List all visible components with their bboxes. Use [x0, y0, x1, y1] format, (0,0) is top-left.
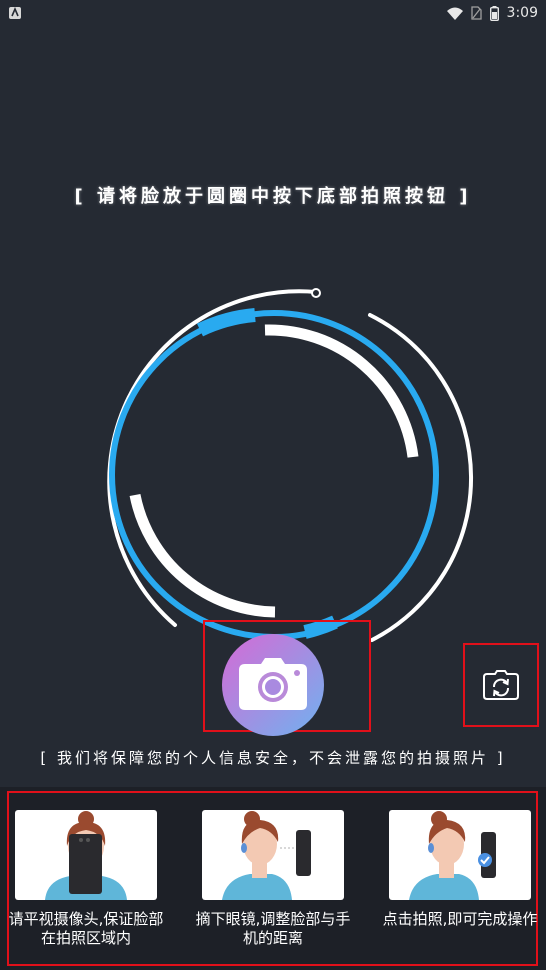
face-done-illustration	[389, 810, 531, 900]
no-sim-icon	[470, 6, 482, 20]
tip-item-3: 点击拍照,即可完成操作	[380, 810, 540, 929]
battery-icon	[489, 5, 499, 21]
privacy-note: [ 我们将保障您的个人信息安全，不会泄露您的拍摄照片 ]	[40, 749, 506, 767]
inner-arc-left	[129, 493, 276, 618]
camera-icon	[239, 658, 307, 710]
arc-end-dot	[311, 288, 321, 298]
tip-label: 请平视摄像头,保证脸部在拍照区域内	[8, 910, 164, 947]
face-frame-rings	[107, 288, 474, 642]
face-instruction: [ 请将脸放于圆圈中按下底部拍照按钮 ]	[74, 186, 472, 207]
camera-switch-icon	[483, 670, 519, 700]
app-notification-icon	[9, 6, 21, 19]
blue-ring-accent-top	[196, 308, 256, 337]
switch-camera-button[interactable]	[463, 643, 539, 727]
tip-item-2: 摘下眼镜,调整脸部与手机的距离	[193, 810, 353, 948]
blue-ring	[109, 310, 439, 640]
shutter-button[interactable]	[222, 634, 324, 736]
face-distance-illustration	[202, 810, 344, 900]
wifi-icon	[446, 7, 463, 20]
inner-arc-right	[264, 324, 419, 458]
tip-item-1: 请平视摄像头,保证脸部在拍照区域内	[6, 810, 166, 948]
status-time: 3:09	[506, 5, 538, 21]
status-bar: 3:09	[0, 0, 546, 26]
outer-arc-left	[107, 289, 318, 627]
tip-label: 摘下眼镜,调整脸部与手机的距离	[195, 910, 351, 947]
tip-label: 点击拍照,即可完成操作	[382, 910, 538, 928]
face-front-illustration	[15, 810, 157, 900]
